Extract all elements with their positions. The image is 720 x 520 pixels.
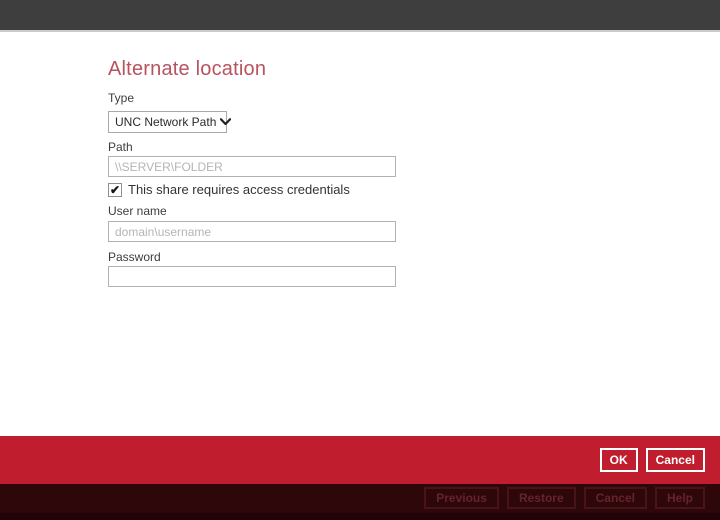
- credentials-checkbox[interactable]: ✔: [108, 183, 122, 197]
- password-input[interactable]: [108, 266, 396, 287]
- top-bar: [0, 0, 720, 32]
- type-dropdown-value: UNC Network Path: [115, 115, 216, 129]
- restore-button[interactable]: Restore: [507, 487, 576, 509]
- previous-button[interactable]: Previous: [424, 487, 499, 509]
- page-title: Alternate location: [108, 58, 266, 81]
- ok-button[interactable]: OK: [600, 448, 638, 472]
- path-input[interactable]: [108, 156, 396, 177]
- username-input[interactable]: [108, 221, 396, 242]
- action-bar: OK Cancel: [0, 436, 720, 484]
- footer-cancel-button[interactable]: Cancel: [584, 487, 647, 509]
- credentials-checkbox-row[interactable]: ✔ This share requires access credentials: [108, 182, 350, 197]
- username-label: User name: [108, 204, 167, 218]
- check-icon: ✔: [110, 183, 120, 197]
- chevron-down-icon: [220, 118, 231, 126]
- type-dropdown[interactable]: UNC Network Path: [108, 111, 227, 133]
- type-label: Type: [108, 91, 134, 105]
- credentials-checkbox-label: This share requires access credentials: [128, 182, 350, 197]
- dialog-window: Alternate location Type UNC Network Path…: [0, 0, 720, 520]
- path-label: Path: [108, 140, 133, 154]
- footer-bottom-strip: [0, 513, 720, 520]
- password-label: Password: [108, 250, 161, 264]
- cancel-button[interactable]: Cancel: [646, 448, 705, 472]
- help-button[interactable]: Help: [655, 487, 705, 509]
